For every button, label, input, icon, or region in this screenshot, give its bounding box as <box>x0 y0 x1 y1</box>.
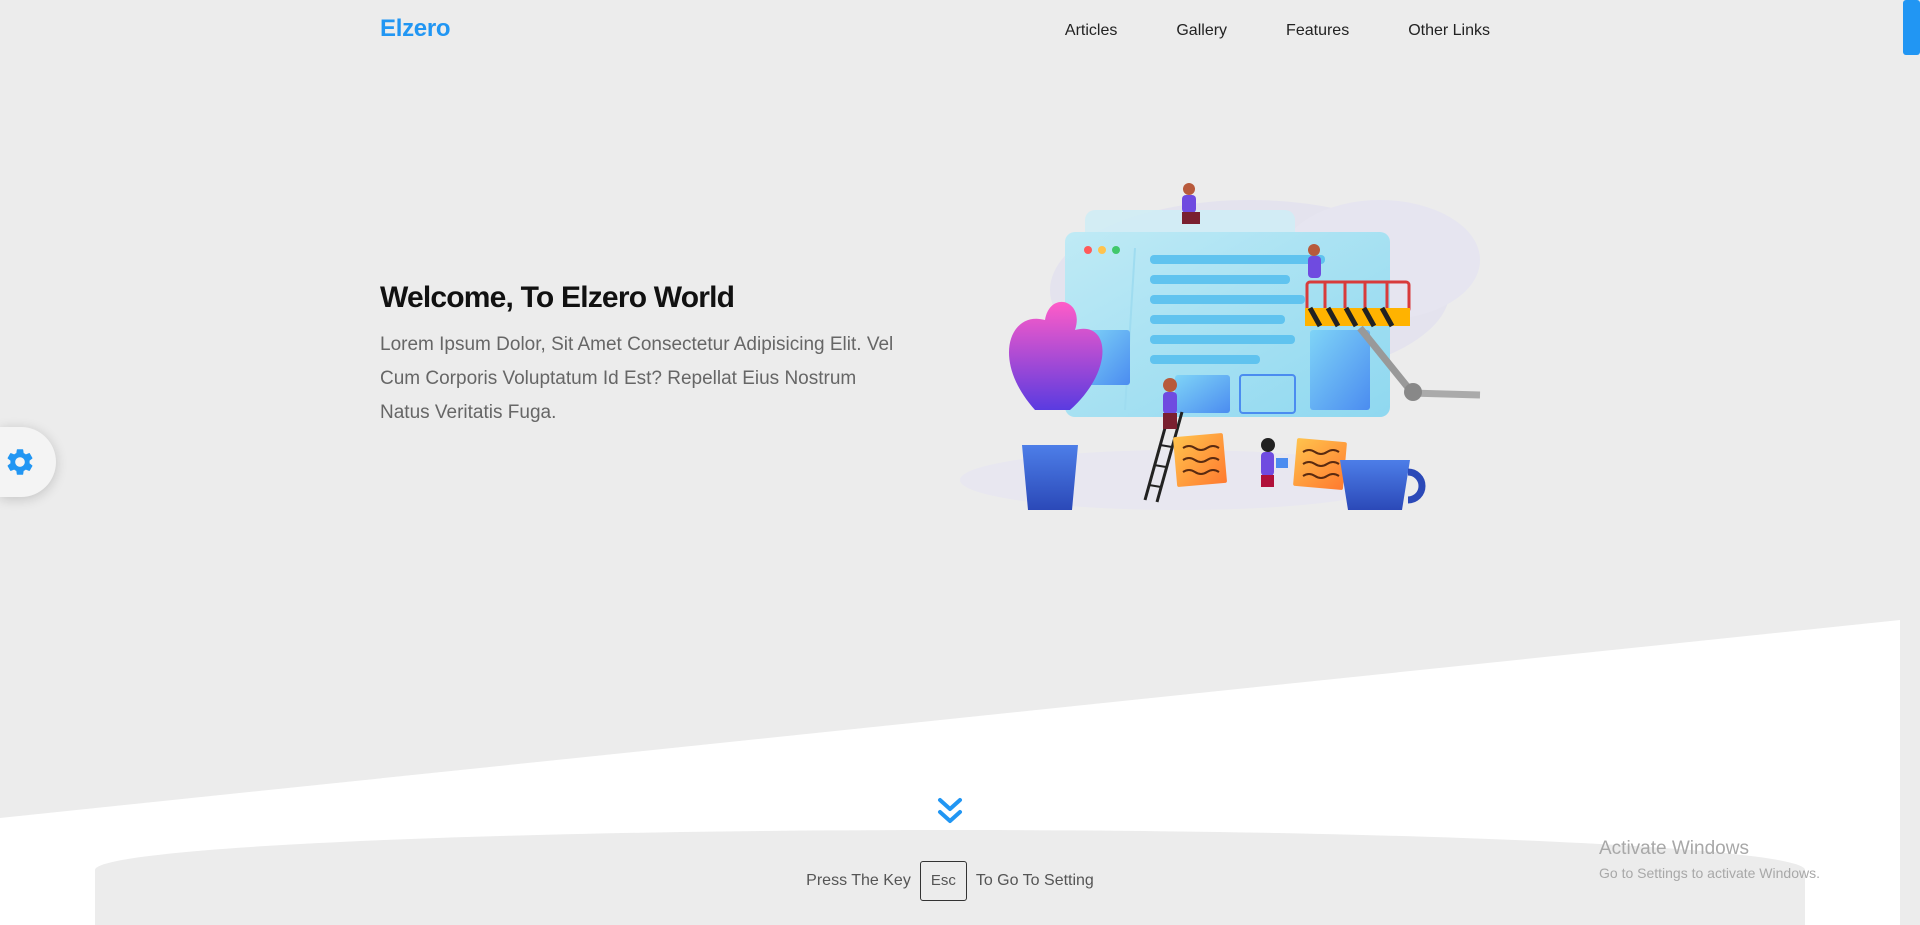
scrollbar[interactable] <box>1900 0 1920 925</box>
nav-link-features[interactable]: Features <box>1286 20 1349 42</box>
gear-icon <box>7 449 33 475</box>
logo[interactable]: Elzero <box>380 15 451 43</box>
hero-description: Lorem Ipsum Dolor, Sit Amet Consectetur … <box>380 334 894 423</box>
header: Elzero Articles Gallery Features Other L… <box>0 0 1900 62</box>
double-chevron-down-icon[interactable] <box>937 797 963 827</box>
hero-illustration <box>960 183 1481 510</box>
hero-title: Welcome, To Elzero World <box>380 281 735 314</box>
activation-watermark: Activate Windows Go to Settings to activ… <box>1599 837 1820 883</box>
landing-page: Elzero Articles Gallery Features Other L… <box>0 0 1920 925</box>
nav-link-gallery[interactable]: Gallery <box>1176 20 1227 42</box>
watermark-title: Activate Windows <box>1599 838 1749 859</box>
hint-text-before: Press The Key <box>806 872 911 889</box>
esc-key: Esc <box>919 861 967 901</box>
nav-link-articles[interactable]: Articles <box>1065 20 1117 42</box>
watermark-subtitle: Go to Settings to activate Windows. <box>1599 865 1820 881</box>
hint-text-after: To Go To Setting <box>975 872 1094 889</box>
main-nav: Articles Gallery Features Other Links <box>1006 20 1490 42</box>
hero-text: Welcome, To Elzero World Lorem Ipsum Dol… <box>380 276 900 430</box>
nav-link-other-links[interactable]: Other Links <box>1408 20 1490 42</box>
scrollbar-thumb[interactable] <box>1903 0 1920 55</box>
